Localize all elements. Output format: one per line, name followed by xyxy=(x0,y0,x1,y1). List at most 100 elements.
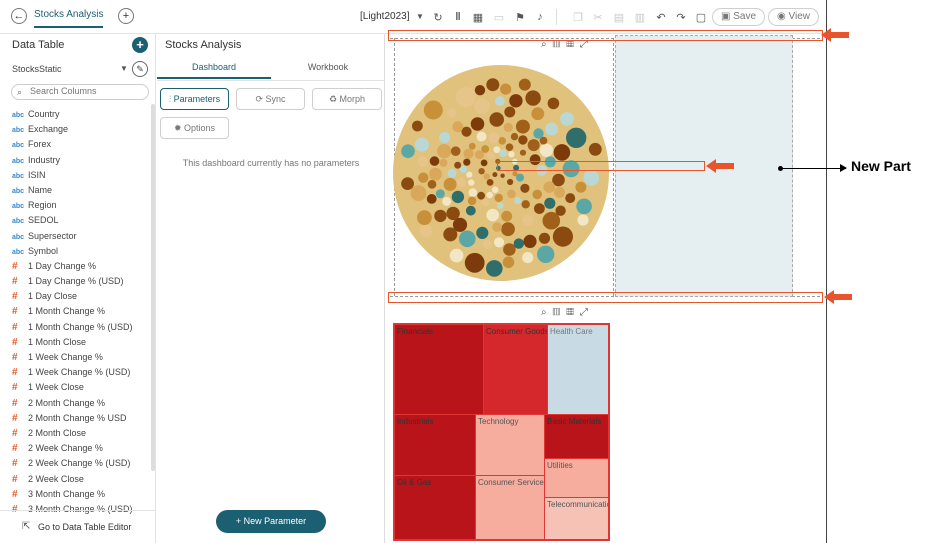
stock-bubble[interactable] xyxy=(468,179,475,186)
stock-bubble[interactable] xyxy=(525,90,541,106)
stock-bubble[interactable] xyxy=(588,142,602,156)
stock-bubble[interactable] xyxy=(451,190,465,204)
stock-bubble[interactable] xyxy=(509,94,523,108)
bookmark-icon[interactable]: ⚑ xyxy=(513,11,527,24)
stock-bubble[interactable] xyxy=(466,171,473,178)
stock-bubble[interactable] xyxy=(492,222,502,232)
column-item[interactable]: #1 Week Change % xyxy=(12,350,148,365)
column-item[interactable]: #2 Month Change % USD xyxy=(12,411,148,426)
stock-bubble[interactable] xyxy=(474,98,490,114)
stock-bubble[interactable] xyxy=(543,181,556,193)
stock-bubble[interactable] xyxy=(522,214,534,226)
treemap-visualization[interactable]: Financials Consumer Goods Health Care In… xyxy=(393,323,610,541)
stock-bubble[interactable] xyxy=(463,148,474,159)
tab-workbook[interactable]: Workbook xyxy=(271,62,385,79)
treemap-cell[interactable]: Health Care xyxy=(548,325,608,414)
column-item[interactable]: #1 Week Close xyxy=(12,380,148,395)
copy-icon[interactable]: ❐ xyxy=(571,11,585,24)
chevron-down-icon[interactable]: ▼ xyxy=(416,12,424,21)
add-tab-icon[interactable]: + xyxy=(118,8,134,24)
stock-bubble[interactable] xyxy=(470,117,485,131)
morph-button[interactable]: ♻ Morph xyxy=(312,88,382,110)
column-item[interactable]: #2 Month Change % xyxy=(12,396,148,411)
stock-bubble[interactable] xyxy=(463,158,471,166)
stock-bubble[interactable] xyxy=(544,197,556,209)
stock-bubble[interactable] xyxy=(487,151,495,160)
stock-bubble[interactable] xyxy=(467,196,477,206)
stock-bubble[interactable] xyxy=(545,122,559,136)
stock-bubble[interactable] xyxy=(527,139,540,152)
stock-bubble[interactable] xyxy=(476,226,489,239)
stock-bubble[interactable] xyxy=(538,232,551,244)
stock-bubble[interactable] xyxy=(510,132,519,141)
column-item[interactable]: #2 Week Change % xyxy=(12,441,148,456)
snapshot-icon[interactable]: ▦ xyxy=(471,11,485,24)
goto-data-table-editor[interactable]: ⇱ Go to Data Table Editor xyxy=(0,510,156,543)
stock-bubble[interactable] xyxy=(468,142,476,150)
stock-bubble[interactable] xyxy=(477,191,485,200)
stock-bubble[interactable] xyxy=(459,230,476,248)
stock-bubble[interactable] xyxy=(521,200,530,209)
stock-bubble[interactable] xyxy=(488,132,500,144)
stock-bubble[interactable] xyxy=(575,181,587,193)
stock-bubble[interactable] xyxy=(492,172,498,178)
stock-bubble[interactable] xyxy=(482,239,493,250)
stock-bubble[interactable] xyxy=(565,193,576,204)
edit-icon[interactable]: ✎ xyxy=(132,61,148,77)
grid-icon[interactable]: ▦ xyxy=(566,307,580,318)
column-item[interactable]: abc Exchange xyxy=(12,122,148,137)
stock-bubble[interactable] xyxy=(532,189,542,200)
column-item[interactable]: abc SEDOL xyxy=(12,213,148,228)
view-button[interactable]: ◉ View xyxy=(768,8,820,26)
treemap-cell[interactable]: Utilities xyxy=(545,459,608,497)
stock-bubble[interactable] xyxy=(475,150,484,160)
stock-bubble[interactable] xyxy=(555,205,566,216)
stock-bubble[interactable] xyxy=(419,224,433,238)
stock-bubble[interactable] xyxy=(401,177,414,191)
stock-bubble[interactable] xyxy=(493,146,501,154)
stock-bubble[interactable] xyxy=(456,177,466,188)
column-item[interactable]: #2 Month Close xyxy=(12,426,148,441)
stock-bubble[interactable] xyxy=(486,260,503,277)
stock-bubble[interactable] xyxy=(519,149,527,156)
stock-bubble[interactable] xyxy=(505,143,514,151)
stock-bubble[interactable] xyxy=(552,226,573,247)
expand-icon[interactable]: ⤢ xyxy=(580,307,594,318)
stock-bubble[interactable] xyxy=(533,128,544,139)
stock-bubble[interactable] xyxy=(464,252,485,273)
treemap-cell[interactable]: Consumer Goods xyxy=(484,325,547,414)
stock-bubble[interactable] xyxy=(442,196,452,206)
stock-bubble[interactable] xyxy=(481,198,490,207)
stock-bubble[interactable] xyxy=(459,165,468,174)
treemap-cell[interactable]: Oil & Gas xyxy=(395,476,475,539)
stock-bubble[interactable] xyxy=(554,186,565,198)
pause-icon[interactable]: ‖ xyxy=(451,11,465,23)
stock-bubble[interactable] xyxy=(560,112,574,126)
stock-bubble[interactable] xyxy=(412,120,423,132)
stock-bubble[interactable] xyxy=(447,108,457,118)
stock-bubble[interactable] xyxy=(501,222,515,237)
stock-bubble[interactable] xyxy=(520,183,530,193)
search-columns[interactable]: ⌕ xyxy=(11,84,149,100)
comment-icon[interactable]: ▢ xyxy=(694,11,708,24)
stock-bubble[interactable] xyxy=(486,191,493,199)
stock-bubble[interactable] xyxy=(500,173,505,178)
column-item[interactable]: #2 Week Change % (USD) xyxy=(12,456,148,471)
stock-bubble[interactable] xyxy=(437,144,452,159)
column-item[interactable]: abc Country xyxy=(12,107,148,122)
stock-bubble[interactable] xyxy=(503,243,516,256)
stock-bubble[interactable] xyxy=(583,170,600,186)
stock-bubble[interactable] xyxy=(417,210,432,226)
column-item[interactable]: #1 Day Change % xyxy=(12,259,148,274)
column-item[interactable]: abc Symbol xyxy=(12,244,148,259)
stock-bubble[interactable] xyxy=(518,78,531,91)
stock-bubble[interactable] xyxy=(518,135,528,145)
stock-bubble[interactable] xyxy=(486,208,499,222)
treemap-cell[interactable]: Technology xyxy=(476,415,544,475)
stock-bubble[interactable] xyxy=(503,122,513,132)
stock-bubble[interactable] xyxy=(539,143,554,157)
stock-bubble[interactable] xyxy=(439,158,448,167)
stock-bubble[interactable] xyxy=(446,206,460,221)
stock-bubble[interactable] xyxy=(514,197,522,204)
stock-bubble[interactable] xyxy=(501,210,513,222)
